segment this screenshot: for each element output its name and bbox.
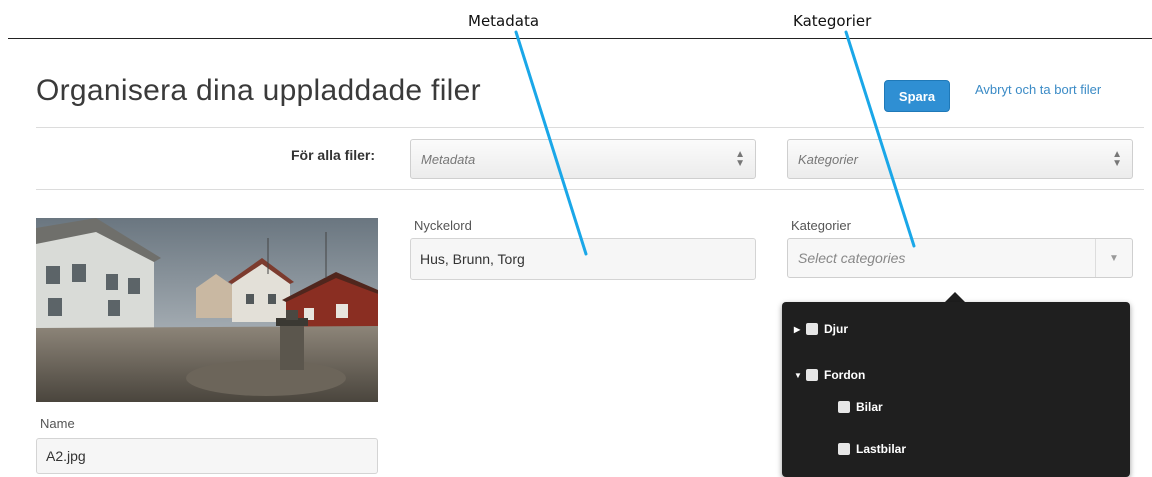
tree-item-label: Djur	[824, 322, 848, 336]
keywords-input[interactable]: Hus, Brunn, Torg	[410, 238, 756, 280]
categories-select[interactable]: Select categories ▼	[787, 238, 1133, 278]
tree-item-bilar[interactable]: Bilar	[838, 400, 883, 414]
file-name-input[interactable]: A2.jpg	[36, 438, 378, 474]
divider	[36, 127, 1144, 128]
categories-bulk-select-value: Kategorier	[798, 151, 858, 167]
file-thumbnail	[36, 218, 378, 402]
checkbox[interactable]	[806, 323, 818, 335]
categories-label: Kategorier	[791, 218, 851, 233]
categories-bulk-select[interactable]: Kategorier ▲ ▼	[787, 139, 1133, 179]
tree-item-lastbilar[interactable]: Lastbilar	[838, 442, 906, 456]
divider	[36, 189, 1144, 190]
collapse-caret-icon[interactable]: ▼	[794, 371, 806, 380]
metadata-bulk-select-value: Metadata	[421, 151, 476, 167]
annotation-label-metadata: Metadata	[468, 12, 540, 30]
page-title: Organisera dina uppladdade filer	[36, 74, 481, 107]
tree-item-label: Fordon	[824, 368, 866, 382]
tree-item-fordon[interactable]: ▼ Fordon	[794, 368, 865, 382]
name-label: Name	[40, 416, 75, 431]
tree-item-djur[interactable]: ▶ Djur	[794, 322, 848, 336]
categories-select-placeholder: Select categories	[798, 250, 906, 266]
tree-item-label: Lastbilar	[856, 442, 907, 456]
checkbox[interactable]	[838, 401, 850, 413]
keywords-label: Nyckelord	[414, 218, 472, 233]
select-arrows-icon: ▲ ▼	[1112, 149, 1122, 169]
tree-item-label: Bilar	[856, 400, 883, 414]
annotation-rule	[8, 38, 1152, 39]
checkbox[interactable]	[838, 443, 850, 455]
checkbox[interactable]	[806, 369, 818, 381]
village-square-photo	[36, 218, 378, 402]
annotation-label-categories: Kategorier	[793, 12, 872, 30]
chevron-down-icon[interactable]: ▼	[1095, 239, 1132, 277]
save-button[interactable]: Spara	[884, 80, 950, 112]
cancel-delete-link[interactable]: Avbryt och ta bort filer	[975, 82, 1101, 97]
category-tree-dropdown: ▶ Djur ▼ Fordon Bilar Lastbilar	[782, 302, 1130, 477]
all-files-label: För alla filer:	[290, 147, 375, 163]
select-arrows-icon: ▲ ▼	[735, 149, 745, 169]
expand-caret-icon[interactable]: ▶	[794, 325, 806, 334]
metadata-bulk-select[interactable]: Metadata ▲ ▼	[410, 139, 756, 179]
